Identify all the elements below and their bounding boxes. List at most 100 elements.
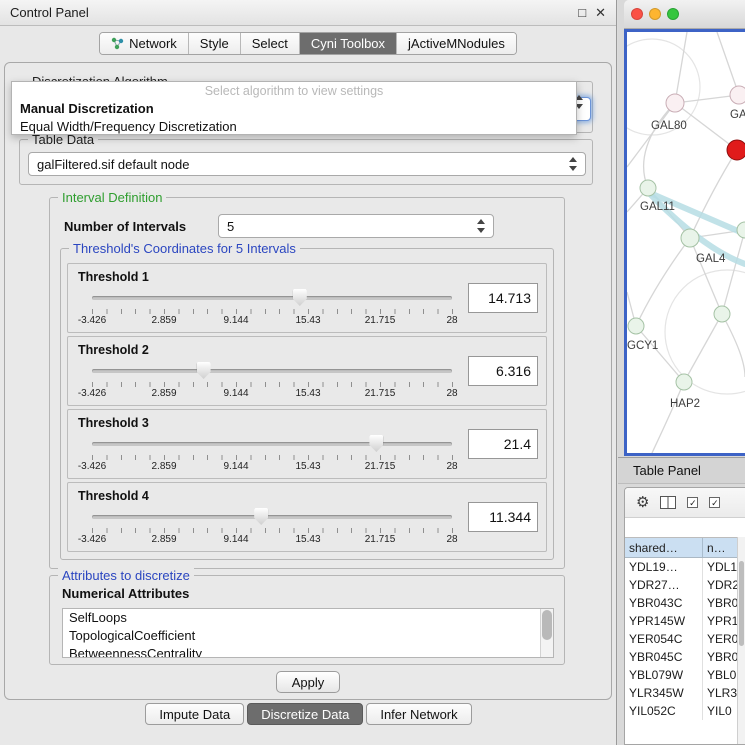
network-node[interactable] [681,229,699,247]
slider-thumb[interactable] [197,362,211,379]
slider-track[interactable] [92,369,452,373]
minimize-traffic-light-icon[interactable] [649,8,661,20]
threshold-3-value-field[interactable]: 21.4 [468,429,538,459]
table-cell[interactable]: YER0 [703,630,737,648]
table-row[interactable]: YIL052CYIL0 [625,702,737,720]
network-node[interactable] [666,94,684,112]
network-node[interactable] [714,306,730,322]
network-node-label: GCY1 [627,340,658,352]
tab-infer-network[interactable]: Infer Network [366,703,471,725]
tab-network[interactable]: Network [100,33,189,54]
attribute-item[interactable]: BetweennessCentrality [63,645,540,658]
table-cell[interactable]: YLR345W [625,684,703,702]
threshold-4-value-field[interactable]: 11.344 [468,502,538,532]
table-cell[interactable]: YPR145W [625,612,703,630]
tab-discretize-data[interactable]: Discretize Data [247,703,363,725]
apply-button[interactable]: Apply [276,671,340,693]
table-cell[interactable]: YBL079W [625,666,703,684]
control-panel-titlebar[interactable]: Control Panel □ ✕ [0,0,616,26]
table-cell[interactable]: YIL052C [625,702,703,720]
table-cell[interactable]: YPR1 [703,612,737,630]
table-data-combobox[interactable]: galFiltered.sif default node [28,152,586,176]
float-window-icon[interactable]: □ [578,5,586,21]
threshold-2-slider[interactable] [92,361,452,381]
threshold-1-slider[interactable] [92,288,452,308]
threshold-3-slider[interactable] [92,434,452,454]
threshold-4-label: Threshold 4 [78,489,149,503]
table-cell[interactable]: YBR0 [703,648,737,666]
zoom-traffic-light-icon[interactable] [667,8,679,20]
tab-style[interactable]: Style [189,33,241,54]
network-node[interactable] [737,222,745,238]
thresholds-group: Threshold's Coordinates for 5 Intervals … [60,248,554,560]
table-row[interactable]: YLR345WYLR3 [625,684,737,702]
table-row[interactable]: YBR045CYBR0 [625,648,737,666]
numerical-attributes-list[interactable]: SelfLoopsTopologicalCoefficientBetweenne… [62,608,554,658]
threshold-2-label: Threshold 2 [78,343,149,357]
table-cell[interactable]: YIL0 [703,702,737,720]
table-row[interactable]: YER054CYER0 [625,630,737,648]
tab-jactivemnodules[interactable]: jActiveMNodules [397,33,516,54]
table-cell[interactable]: YBR043C [625,594,703,612]
table-cell[interactable]: YBR0 [703,594,737,612]
threshold-1-label: Threshold 1 [78,270,149,284]
table-cell[interactable]: YDL1 [703,558,737,576]
slider-track[interactable] [92,296,452,300]
algorithm-placeholder-option[interactable]: Select algorithm to view settings [12,82,576,99]
threshold-3-panel: Threshold 3 -3.4262.8599.14415.4321.7152… [67,409,547,479]
threshold-3-label: Threshold 3 [78,416,149,430]
slider-thumb[interactable] [369,435,383,452]
tab-cyni-toolbox[interactable]: Cyni Toolbox [300,33,397,54]
number-of-intervals-combobox[interactable]: 5 [218,214,494,238]
network-node[interactable] [640,180,656,196]
threshold-1-value-field[interactable]: 14.713 [468,283,538,313]
column-header-name[interactable]: n… [703,538,737,557]
table-cell[interactable]: YLR3 [703,684,737,702]
gear-icon[interactable]: ⚙ [636,495,649,510]
close-window-icon[interactable]: ✕ [595,5,606,21]
table-row[interactable]: YBR043CYBR0 [625,594,737,612]
table-cell[interactable]: YDR2 [703,576,737,594]
slider-ticks [92,455,453,460]
network-node[interactable] [628,318,644,334]
algorithm-option-equal-width[interactable]: Equal Width/Frequency Discretization [12,117,576,135]
slider-thumb[interactable] [254,508,268,525]
slider-track[interactable] [92,515,452,519]
threshold-4-slider[interactable] [92,507,452,527]
column-header-shared-name[interactable]: shared… [625,538,703,557]
attribute-item[interactable]: TopologicalCoefficient [63,627,540,645]
tab-impute-data[interactable]: Impute Data [145,703,244,725]
list-scrollbar-thumb[interactable] [542,610,552,640]
table-panel-bar[interactable]: Table Panel [618,457,745,484]
table-row[interactable]: YDR27…YDR2 [625,576,737,594]
threshold-2-value-field[interactable]: 6.316 [468,356,538,386]
table-row[interactable]: YBL079WYBL0 [625,666,737,684]
checkbox-icon[interactable]: ✓ [687,497,698,508]
network-window-titlebar[interactable] [624,0,745,29]
slider-track[interactable] [92,442,452,446]
close-traffic-light-icon[interactable] [631,8,643,20]
network-node[interactable] [676,374,692,390]
table-cell[interactable]: YBL0 [703,666,737,684]
attribute-item[interactable]: SelfLoops [63,609,540,627]
table-header: shared… n… [625,537,737,558]
tab-select[interactable]: Select [241,33,300,54]
slider-thumb[interactable] [293,289,307,306]
table-cell[interactable]: YDL19… [625,558,703,576]
table-cell[interactable]: YBR045C [625,648,703,666]
network-node[interactable] [727,140,745,160]
table-scrollbar[interactable] [737,537,745,744]
table-row[interactable]: YDL19…YDL1 [625,558,737,576]
table-cell[interactable]: YER054C [625,630,703,648]
slider-ticks [92,382,453,387]
network-node[interactable] [730,86,745,104]
table-scrollbar-thumb[interactable] [739,561,744,646]
algorithm-option-manual[interactable]: Manual Discretization [12,99,576,117]
columns-icon[interactable] [660,496,676,509]
network-canvas[interactable]: GAL80GAGAL11GAL4GCY1HAP2 [627,32,745,453]
table-cell[interactable]: YDR27… [625,576,703,594]
checkbox-icon[interactable]: ✓ [709,497,720,508]
list-scrollbar[interactable] [540,609,553,657]
table-body: YDL19…YDL1YDR27…YDR2YBR043CYBR0YPR145WYP… [625,558,737,744]
table-row[interactable]: YPR145WYPR1 [625,612,737,630]
